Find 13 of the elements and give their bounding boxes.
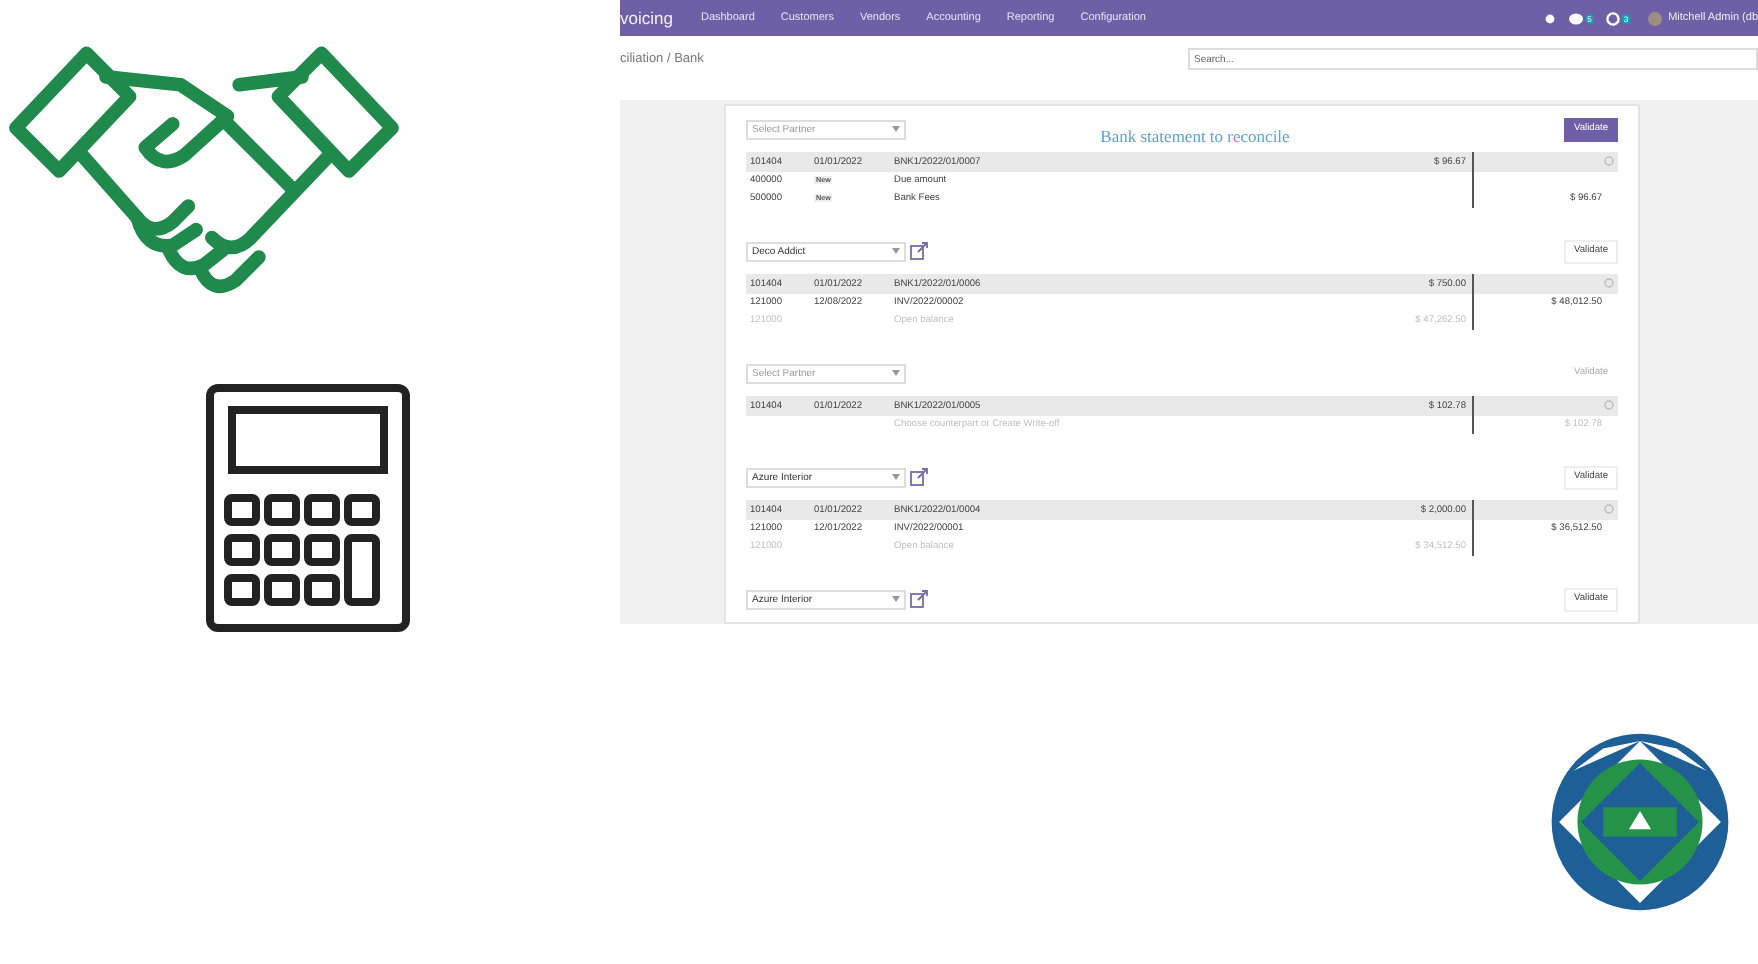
external-link-icon[interactable] (910, 242, 928, 260)
caret-icon (892, 370, 900, 376)
caret-icon (892, 596, 900, 602)
caret-icon (892, 248, 900, 254)
calculator-icon (204, 382, 412, 634)
caret-icon (892, 474, 900, 480)
app-name: voicing (620, 8, 673, 28)
statement-title: Bank statement to reconcile (1100, 126, 1290, 146)
logo-icon (1548, 730, 1732, 914)
external-link-icon[interactable] (910, 590, 928, 608)
caret-icon (892, 126, 900, 132)
chat-icon[interactable] (1567, 11, 1584, 25)
external-link-icon[interactable] (910, 468, 928, 486)
